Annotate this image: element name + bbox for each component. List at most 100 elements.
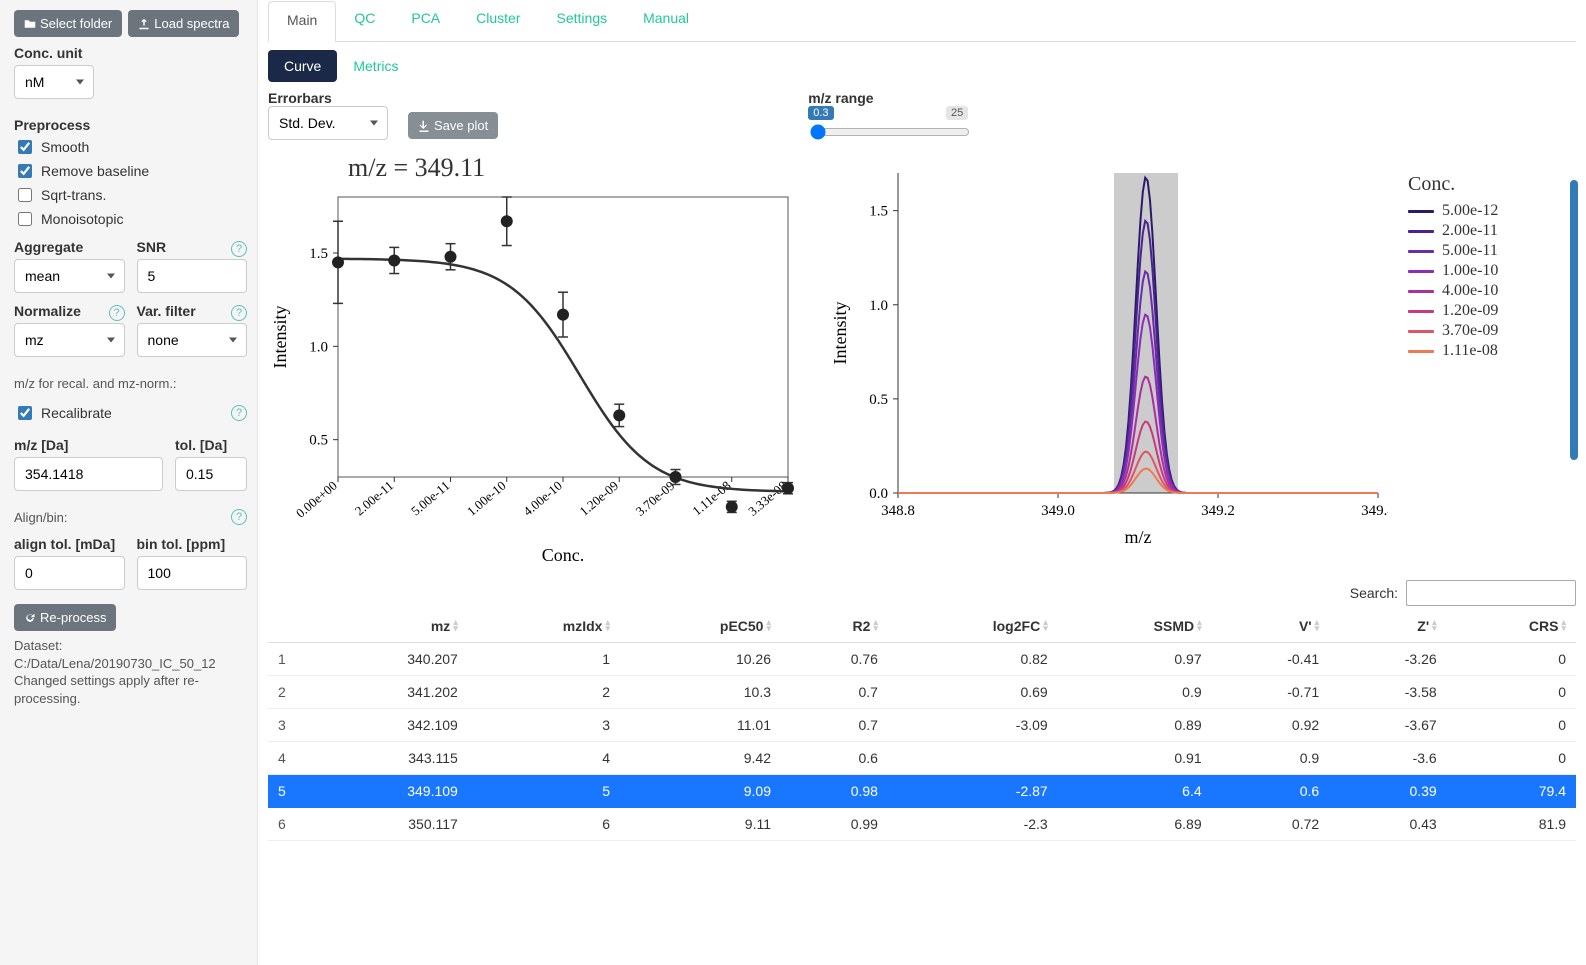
mz-da-input[interactable] <box>14 457 163 491</box>
select-folder-button[interactable]: Select folder <box>14 10 122 37</box>
table-row[interactable]: 2341.202210.30.70.690.9-0.71-3.580 <box>268 676 1576 709</box>
tab-cluster[interactable]: Cluster <box>458 0 538 41</box>
recalibrate-checkbox[interactable] <box>18 406 32 420</box>
svg-text:0.5: 0.5 <box>869 392 888 408</box>
table-cell: 6 <box>468 808 620 841</box>
svg-text:4.00e-10: 4.00e-10 <box>520 478 565 519</box>
col-header[interactable]: pEC50 <box>620 610 781 643</box>
svg-text:Conc.: Conc. <box>542 545 585 565</box>
monoisotopic-label: Monoisotopic <box>41 211 124 227</box>
var-filter-select[interactable]: none <box>137 323 248 357</box>
legend-item: 1.20e-09 <box>1408 302 1498 320</box>
search-label: Search: <box>1350 585 1398 601</box>
table-row[interactable]: 4343.11549.420.60.910.9-3.60 <box>268 742 1576 775</box>
table-row[interactable]: 3342.109311.010.7-3.090.890.92-3.670 <box>268 709 1576 742</box>
svg-text:1.5: 1.5 <box>869 204 888 220</box>
col-header[interactable]: CRS <box>1447 610 1576 643</box>
table-cell: 0.39 <box>1329 775 1447 808</box>
help-icon[interactable]: ? <box>109 305 125 321</box>
aggregate-select[interactable]: mean <box>14 259 125 293</box>
svg-text:Intensity: Intensity <box>830 302 850 365</box>
tab-main[interactable]: Main <box>268 1 336 42</box>
normalize-select[interactable]: mz <box>14 323 125 357</box>
svg-text:348.8: 348.8 <box>881 503 915 519</box>
table-cell: 0 <box>1447 643 1576 676</box>
table-cell: 340.207 <box>308 643 468 676</box>
table-cell: 0.9 <box>1212 742 1330 775</box>
table-cell: -0.41 <box>1212 643 1330 676</box>
align-bin-label: Align/bin: <box>14 509 67 527</box>
load-spectra-button[interactable]: Load spectra <box>128 10 239 37</box>
tol-da-input[interactable] <box>175 457 247 491</box>
curve-chart: m/z = 349.11 0.51.01.50.00e+002.00e-115.… <box>268 153 808 570</box>
col-header[interactable] <box>268 610 308 643</box>
col-header[interactable]: R2 <box>781 610 888 643</box>
col-header[interactable]: mz <box>308 610 468 643</box>
sqrt-trans-checkbox[interactable] <box>18 188 32 202</box>
errorbars-select[interactable]: Std. Dev. <box>268 106 388 140</box>
table-cell: 350.117 <box>308 808 468 841</box>
table-cell: 343.115 <box>308 742 468 775</box>
table-cell: -2.87 <box>888 775 1058 808</box>
legend-item: 5.00e-12 <box>1408 202 1498 220</box>
table-cell: 0.99 <box>781 808 888 841</box>
bin-tol-input[interactable] <box>137 556 248 590</box>
snr-input[interactable] <box>137 259 248 293</box>
legend-item: 1.00e-10 <box>1408 262 1498 280</box>
folder-icon <box>24 18 36 30</box>
tab-settings[interactable]: Settings <box>539 0 626 41</box>
table-cell: 6.89 <box>1058 808 1212 841</box>
col-header[interactable]: SSMD <box>1058 610 1212 643</box>
table-cell: 6 <box>268 808 308 841</box>
reprocess-button[interactable]: Re-process <box>14 604 116 631</box>
curve-chart-svg: 0.51.01.50.00e+002.00e-115.00e-111.00e-1… <box>268 187 808 567</box>
help-icon[interactable]: ? <box>231 405 247 421</box>
tab-qc[interactable]: QC <box>336 0 393 41</box>
tab-pca[interactable]: PCA <box>393 0 458 41</box>
monoisotopic-checkbox[interactable] <box>18 212 32 226</box>
table-cell: 0.7 <box>781 709 888 742</box>
mz-range-max: 25 <box>946 106 968 120</box>
scroll-indicator[interactable] <box>1570 180 1578 460</box>
svg-text:1.00e-10: 1.00e-10 <box>464 478 509 519</box>
subtab-metrics[interactable]: Metrics <box>337 50 414 82</box>
help-icon[interactable]: ? <box>231 305 247 321</box>
col-header[interactable]: mzIdx <box>468 610 620 643</box>
spectrum-chart: 0.00.51.01.5348.8349.0349.2349.4m/zInten… <box>828 153 1388 556</box>
align-tol-input[interactable] <box>14 556 125 590</box>
legend-title: Conc. <box>1408 173 1498 196</box>
spectrum-legend: Conc. 5.00e-122.00e-115.00e-111.00e-104.… <box>1408 173 1498 362</box>
col-header[interactable]: Z' <box>1329 610 1447 643</box>
table-cell: -3.09 <box>888 709 1058 742</box>
col-header[interactable]: V' <box>1212 610 1330 643</box>
preprocess-label: Preprocess <box>14 117 247 133</box>
table-cell: 0 <box>1447 709 1576 742</box>
smooth-checkbox[interactable] <box>18 140 32 154</box>
table-cell: 1 <box>268 643 308 676</box>
tab-manual[interactable]: Manual <box>625 0 707 41</box>
table-cell: 0.97 <box>1058 643 1212 676</box>
table-row[interactable]: 5349.10959.090.98-2.876.40.60.3979.4 <box>268 775 1576 808</box>
remove-baseline-label: Remove baseline <box>41 163 149 179</box>
remove-baseline-checkbox[interactable] <box>18 164 32 178</box>
conc-unit-select[interactable]: nM <box>14 65 94 99</box>
var-filter-label: Var. filter <box>137 303 196 319</box>
table-cell: -0.71 <box>1212 676 1330 709</box>
table-cell: -3.58 <box>1329 676 1447 709</box>
subtab-curve[interactable]: Curve <box>268 50 337 82</box>
nav-tabs: Main QC PCA Cluster Settings Manual <box>268 0 1576 42</box>
spectrum-chart-svg: 0.00.51.01.5348.8349.0349.2349.4m/zInten… <box>828 153 1388 553</box>
svg-text:1.20e-09: 1.20e-09 <box>576 478 621 519</box>
help-icon[interactable]: ? <box>231 509 247 525</box>
help-icon[interactable]: ? <box>231 241 247 257</box>
table-cell: -3.6 <box>1329 742 1447 775</box>
curve-chart-title: m/z = 349.11 <box>348 153 808 183</box>
table-row[interactable]: 6350.11769.110.99-2.36.890.720.4381.9 <box>268 808 1576 841</box>
svg-text:0.5: 0.5 <box>309 433 328 449</box>
col-header[interactable]: log2FC <box>888 610 1058 643</box>
search-input[interactable] <box>1406 580 1576 606</box>
table-cell: 341.202 <box>308 676 468 709</box>
save-plot-button[interactable]: Save plot <box>408 112 498 139</box>
table-row[interactable]: 1340.207110.260.760.820.97-0.41-3.260 <box>268 643 1576 676</box>
mz-range-slider[interactable] <box>810 124 970 140</box>
